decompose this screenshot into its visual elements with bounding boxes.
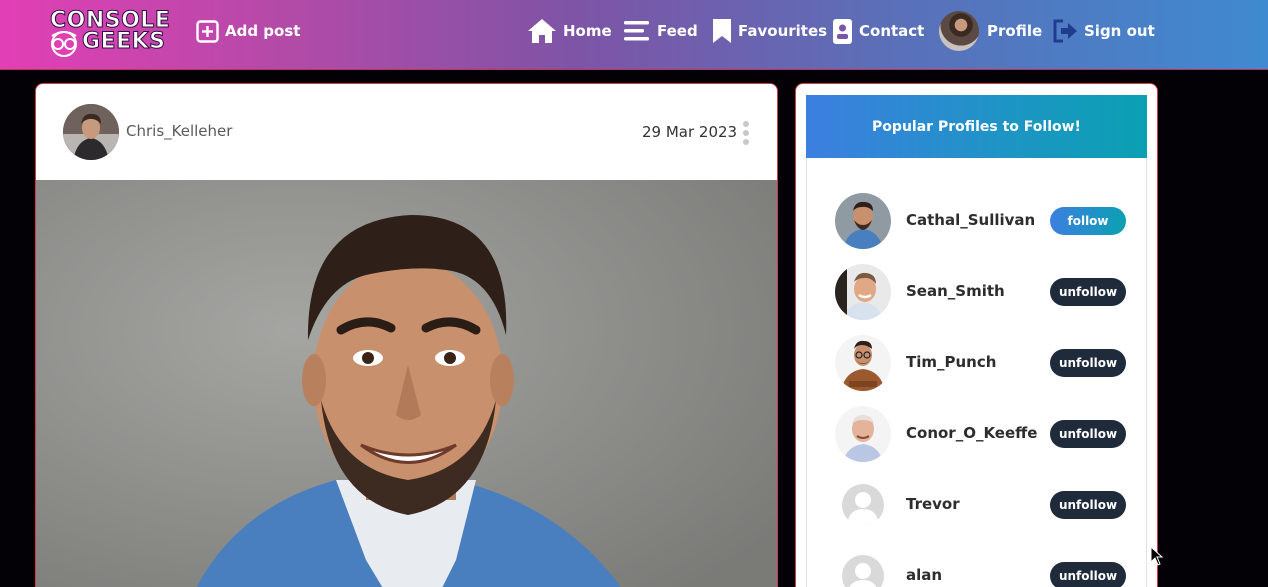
post-date: 29 Mar 2023 <box>642 123 738 141</box>
profile-avatar-icon <box>939 11 979 51</box>
post-header: Chris_Kelleher 29 Mar 2023 <box>36 84 777 180</box>
nav-contact-label: Contact <box>859 22 925 40</box>
bookmark-icon <box>713 19 731 43</box>
sidebar-title: Popular Profiles to Follow! <box>806 95 1147 158</box>
profile-name[interactable]: alan <box>906 566 942 584</box>
post-card: Chris_Kelleher 29 Mar 2023 <box>35 83 778 587</box>
follow-button[interactable]: follow <box>1050 207 1126 235</box>
avatar-cathal-image <box>835 193 891 249</box>
avatar-conor-image <box>835 406 891 462</box>
plus-square-icon <box>196 19 219 43</box>
profile-avatar[interactable] <box>835 264 891 320</box>
profile-name[interactable]: Tim_Punch <box>906 353 996 371</box>
post-image <box>36 180 777 587</box>
author-avatar-image <box>63 104 119 160</box>
default-avatar-icon[interactable] <box>835 477 891 533</box>
nav-favourites[interactable]: Favourites <box>712 16 827 46</box>
unfollow-button[interactable]: unfollow <box>1050 278 1126 306</box>
profile-row: alan unfollow <box>807 548 1148 587</box>
avatar-sean-image <box>835 264 891 320</box>
nav-contact[interactable]: Contact <box>832 16 924 46</box>
default-avatar-icon[interactable] <box>835 548 891 587</box>
top-navbar: CONSOLE GEEKS Add post Home Feed Favouri… <box>0 0 1268 70</box>
add-post-link[interactable]: Add post <box>196 16 300 46</box>
profile-row: Cathal_Sullivan follow <box>807 193 1148 249</box>
sign-out-icon <box>1053 19 1077 43</box>
profile-name[interactable]: Conor_O_Keeffe <box>906 424 1037 442</box>
unfollow-button[interactable]: unfollow <box>1050 562 1126 587</box>
profile-avatar[interactable] <box>835 406 891 462</box>
unfollow-button[interactable]: unfollow <box>1050 420 1126 448</box>
nav-profile-label: Profile <box>987 22 1043 40</box>
profile-name[interactable]: Cathal_Sullivan <box>906 211 1035 229</box>
nav-home-label: Home <box>563 22 612 40</box>
feed-lines-icon <box>624 21 649 41</box>
mouse-cursor-icon <box>1150 546 1164 566</box>
unfollow-button[interactable]: unfollow <box>1050 349 1126 377</box>
profile-avatar[interactable] <box>835 335 891 391</box>
post-author-name[interactable]: Chris_Kelleher <box>126 122 232 140</box>
vertical-dots-icon[interactable] <box>741 120 751 146</box>
profiles-list: Cathal_Sullivan follow Sean_Smith unfoll… <box>806 158 1147 587</box>
popular-profiles-sidebar: Popular Profiles to Follow! Cathal_Sulli… <box>795 83 1158 587</box>
profile-avatar[interactable] <box>835 193 891 249</box>
profile-name[interactable]: Sean_Smith <box>906 282 1005 300</box>
nav-profile[interactable]: Profile <box>939 11 1042 51</box>
profile-row: Tim_Punch unfollow <box>807 335 1148 391</box>
geek-face-icon <box>51 31 77 57</box>
nav-sign-out-label: Sign out <box>1084 22 1155 40</box>
smiling-man-photo <box>36 180 777 587</box>
avatar-tim-image <box>835 335 891 391</box>
profile-row: Sean_Smith unfollow <box>807 264 1148 320</box>
profile-name[interactable]: Trevor <box>906 495 960 513</box>
home-icon <box>528 19 556 43</box>
nav-sign-out[interactable]: Sign out <box>1052 16 1155 46</box>
nav-feed-label: Feed <box>657 22 698 40</box>
contact-card-icon <box>833 18 852 44</box>
author-avatar[interactable] <box>63 104 119 160</box>
nav-favourites-label: Favourites <box>738 22 828 40</box>
profile-row: Trevor unfollow <box>807 477 1148 533</box>
console-geeks-logo[interactable]: CONSOLE GEEKS <box>44 8 170 57</box>
logo-text-geeks: GEEKS <box>82 29 166 54</box>
nav-feed[interactable]: Feed <box>624 16 698 46</box>
profile-row: Conor_O_Keeffe unfollow <box>807 406 1148 462</box>
unfollow-button[interactable]: unfollow <box>1050 491 1126 519</box>
nav-home[interactable]: Home <box>527 16 612 46</box>
add-post-label: Add post <box>225 22 301 40</box>
